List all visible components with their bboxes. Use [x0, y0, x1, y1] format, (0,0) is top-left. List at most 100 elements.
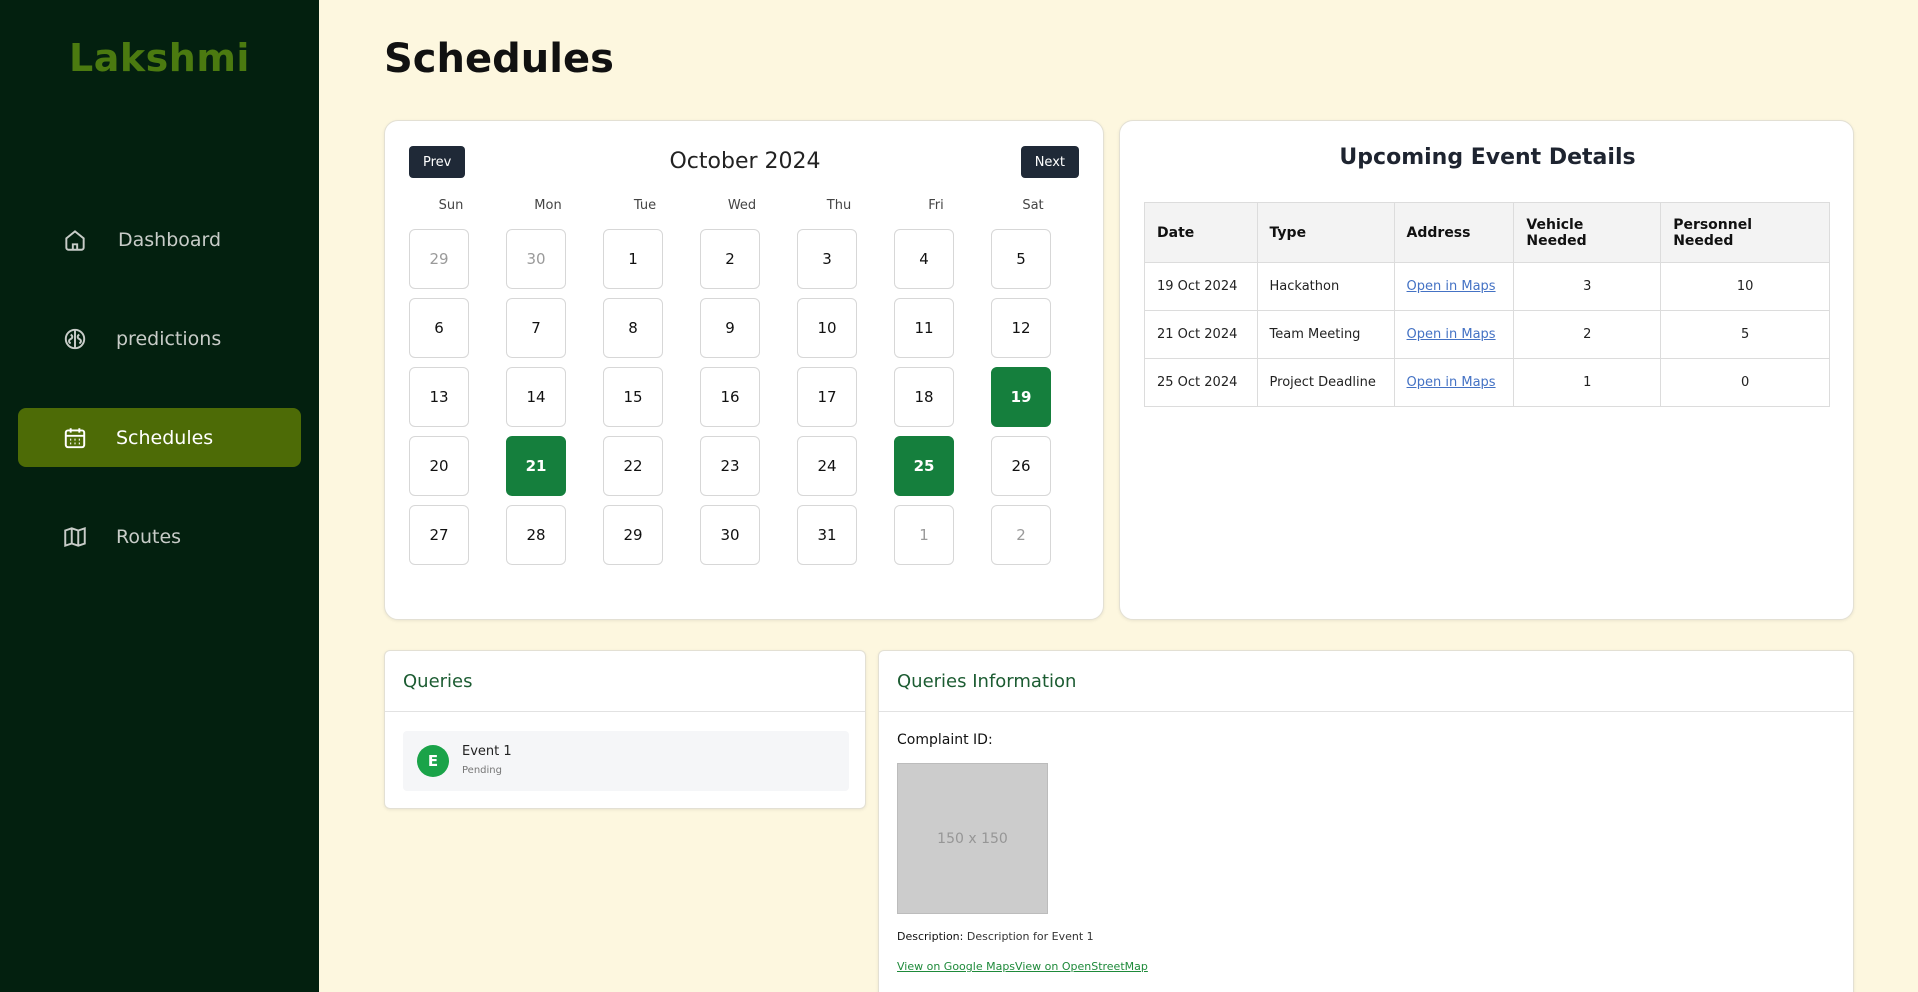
calendar-day[interactable]: 26 [991, 436, 1051, 496]
events-title: Upcoming Event Details [1339, 145, 1636, 170]
calendar-day[interactable]: 20 [409, 436, 469, 496]
queries-information-card: Queries Information Complaint ID: 150 x … [878, 650, 1854, 992]
table-row: 21 Oct 2024 Team Meeting Open in Maps 2 … [1144, 310, 1830, 359]
sidebar-item-routes[interactable]: Routes [18, 507, 301, 566]
calendar-day[interactable]: 30 [506, 229, 566, 289]
brain-icon [62, 326, 88, 352]
sidebar-item-predictions[interactable]: predictions [18, 309, 301, 368]
calendar-day[interactable]: 18 [894, 367, 954, 427]
weekday-label: Fri [928, 198, 944, 213]
sidebar-item-label: Dashboard [118, 228, 222, 251]
calendar-day[interactable]: 27 [409, 505, 469, 565]
weekday-label: Sat [1022, 198, 1044, 213]
query-status: Pending [462, 765, 502, 776]
calendar-day[interactable]: 4 [894, 229, 954, 289]
calendar-day[interactable]: 15 [603, 367, 663, 427]
open-in-maps-link[interactable]: Open in Maps [1407, 327, 1496, 342]
complaint-id-label: Complaint ID: [897, 732, 993, 748]
avatar: E [417, 745, 449, 777]
queries-title: Queries [385, 651, 865, 712]
table-header-row: Date Type Address Vehicle Needed Personn… [1144, 202, 1830, 263]
calendar-day[interactable]: 29 [409, 229, 469, 289]
calendar-day[interactable]: 7 [506, 298, 566, 358]
calendar-day[interactable]: 23 [700, 436, 760, 496]
google-maps-link[interactable]: View on Google Maps [897, 960, 1015, 973]
calendar-day[interactable]: 22 [603, 436, 663, 496]
calendar-day[interactable]: 12 [991, 298, 1051, 358]
next-month-button[interactable]: Next [1020, 146, 1079, 178]
table-row: 19 Oct 2024 Hackathon Open in Maps 3 10 [1144, 262, 1830, 311]
weekday-label: Sun [438, 198, 464, 213]
calendar-day[interactable]: 24 [797, 436, 857, 496]
openstreetmap-link[interactable]: View on OpenStreetMap [1015, 960, 1148, 973]
sidebar: Lakshmi Dashboard predictions Schedules … [0, 0, 319, 992]
event-type: Hackathon [1256, 262, 1395, 311]
sidebar-item-dashboard[interactable]: Dashboard [18, 210, 301, 269]
calendar-day[interactable]: 31 [797, 505, 857, 565]
column-header: Address [1393, 202, 1515, 263]
weekday-label: Thu [826, 198, 852, 213]
map-links: View on Google MapsView on OpenStreetMap [897, 960, 1148, 973]
calendar-day[interactable]: 30 [700, 505, 760, 565]
brand-logo[interactable]: Lakshmi [0, 36, 319, 80]
vehicles-needed: 2 [1513, 310, 1662, 359]
personnel-needed: 10 [1660, 262, 1830, 311]
sidebar-item-schedules[interactable]: Schedules [18, 408, 301, 467]
open-in-maps-link[interactable]: Open in Maps [1407, 279, 1496, 294]
event-date: 21 Oct 2024 [1144, 310, 1258, 359]
description-label: Description: [897, 930, 964, 943]
sidebar-item-label: predictions [116, 327, 222, 350]
calendar-day[interactable]: 10 [797, 298, 857, 358]
calendar-card: Prev October 2024 Next Sun Mon Tue Wed Thu Fr… [384, 120, 1104, 620]
calendar-day[interactable]: 3 [797, 229, 857, 289]
calendar-day[interactable]: 14 [506, 367, 566, 427]
calendar-day[interactable]: 6 [409, 298, 469, 358]
queries-card: Queries E Event 1 Pending [384, 650, 866, 809]
calendar-day[interactable]: 8 [603, 298, 663, 358]
calendar-day[interactable]: 28 [506, 505, 566, 565]
calendar-day[interactable]: 1 [603, 229, 663, 289]
weekday-label: Wed [727, 198, 757, 213]
vehicles-needed: 3 [1513, 262, 1662, 311]
sidebar-item-label: Schedules [116, 426, 214, 449]
page-title: Schedules [384, 36, 614, 82]
events-table: Date Type Address Vehicle Needed Personn… [1144, 202, 1830, 407]
description: Description: Description for Event 1 [897, 930, 1094, 943]
event-type: Team Meeting [1256, 310, 1395, 359]
calendar-day[interactable]: 2 [700, 229, 760, 289]
query-name: Event 1 [462, 744, 512, 759]
calendar-day[interactable]: 11 [894, 298, 954, 358]
weekday-label: Tue [633, 198, 657, 213]
calendar-month-label: October 2024 [669, 149, 821, 174]
calendar-day[interactable]: 29 [603, 505, 663, 565]
upcoming-events-card: Upcoming Event Details Date Type Address… [1119, 120, 1854, 620]
column-header: Type [1256, 202, 1395, 263]
description-value: Description for Event 1 [966, 930, 1094, 943]
query-list-item[interactable]: E Event 1 Pending [403, 731, 849, 791]
calendar-day[interactable]: 13 [409, 367, 469, 427]
event-date: 19 Oct 2024 [1144, 262, 1258, 311]
calendar-day[interactable]: 5 [991, 229, 1051, 289]
calendar-icon [62, 425, 88, 451]
event-date: 25 Oct 2024 [1144, 358, 1258, 407]
weekday-label: Mon [534, 198, 562, 213]
personnel-needed: 0 [1660, 358, 1830, 407]
vehicles-needed: 1 [1513, 358, 1662, 407]
complaint-image-placeholder: 150 x 150 [897, 763, 1048, 914]
queries-information-title: Queries Information [879, 651, 1853, 712]
calendar-day[interactable]: 16 [700, 367, 760, 427]
calendar-day-event[interactable]: 25 [894, 436, 954, 496]
home-icon [62, 227, 88, 253]
calendar-day[interactable]: 17 [797, 367, 857, 427]
column-header: Vehicle Needed [1513, 202, 1662, 263]
personnel-needed: 5 [1660, 310, 1830, 359]
open-in-maps-link[interactable]: Open in Maps [1407, 375, 1496, 390]
calendar-day[interactable]: 1 [894, 505, 954, 565]
event-type: Project Deadline [1256, 358, 1395, 407]
calendar-day-event[interactable]: 21 [506, 436, 566, 496]
calendar-day-event[interactable]: 19 [991, 367, 1051, 427]
column-header: Personnel Needed [1660, 202, 1830, 263]
calendar-day[interactable]: 2 [991, 505, 1051, 565]
sidebar-item-label: Routes [116, 525, 182, 548]
calendar-day[interactable]: 9 [700, 298, 760, 358]
